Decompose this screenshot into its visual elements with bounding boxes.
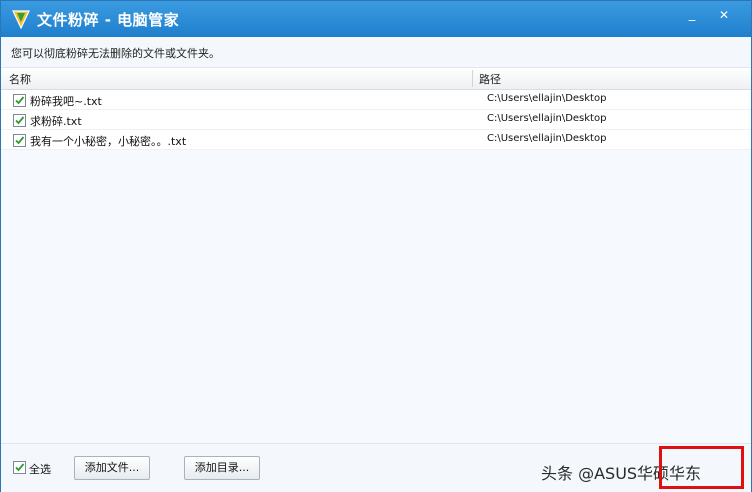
file-path: C:\Users\ellajin\Desktop [487,113,607,124]
column-separator[interactable] [472,70,473,87]
column-header-name[interactable]: 名称 [9,71,31,87]
description-text: 您可以彻底粉碎无法删除的文件或文件夹。 [11,47,220,60]
add-file-button[interactable]: 添加文件... [74,456,150,480]
app-window: 文件粉碎 - 电脑管家 _ ✕ 您可以彻底粉碎无法删除的文件或文件夹。 名称 路… [0,0,752,492]
title-bar[interactable]: 文件粉碎 - 电脑管家 _ ✕ [1,1,751,37]
row-checkbox[interactable] [13,94,26,107]
row-checkbox[interactable] [13,134,26,147]
file-path: C:\Users\ellajin\Desktop [487,93,607,104]
file-name: 粉碎我吧~.txt [30,95,102,108]
list-item[interactable]: 粉碎我吧~.txt C:\Users\ellajin\Desktop [1,90,751,110]
row-checkbox[interactable] [13,114,26,127]
check-icon [15,463,25,472]
check-icon [15,116,25,125]
list-item[interactable]: 我有一个小秘密，小秘密。。.txt C:\Users\ellajin\Deskt… [1,130,751,150]
file-name: 求粉碎.txt [30,115,82,128]
add-directory-button[interactable]: 添加目录... [184,456,260,480]
select-all-label[interactable]: 全选 [29,461,51,477]
minimize-button[interactable]: _ [681,7,703,23]
window-title: 文件粉碎 - 电脑管家 [37,11,180,29]
shield-logo-icon [12,10,30,30]
file-list: 名称 路径 粉碎我吧~.txt C:\Users\ellajin\Desktop… [1,68,751,443]
check-icon [15,136,25,145]
list-header: 名称 路径 [1,68,751,90]
footer-bar: 全选 添加文件... 添加目录... 头条 @ASUS华硕华东 [1,443,751,492]
file-name: 我有一个小秘密，小秘密。。.txt [30,135,187,148]
description-bar: 您可以彻底粉碎无法删除的文件或文件夹。 [1,37,751,68]
file-path: C:\Users\ellajin\Desktop [487,133,607,144]
select-all-checkbox[interactable] [13,461,26,474]
column-header-path[interactable]: 路径 [479,71,501,87]
check-icon [15,96,25,105]
list-item[interactable]: 求粉碎.txt C:\Users\ellajin\Desktop [1,110,751,130]
highlight-box [659,446,744,489]
close-button[interactable]: ✕ [713,7,735,23]
